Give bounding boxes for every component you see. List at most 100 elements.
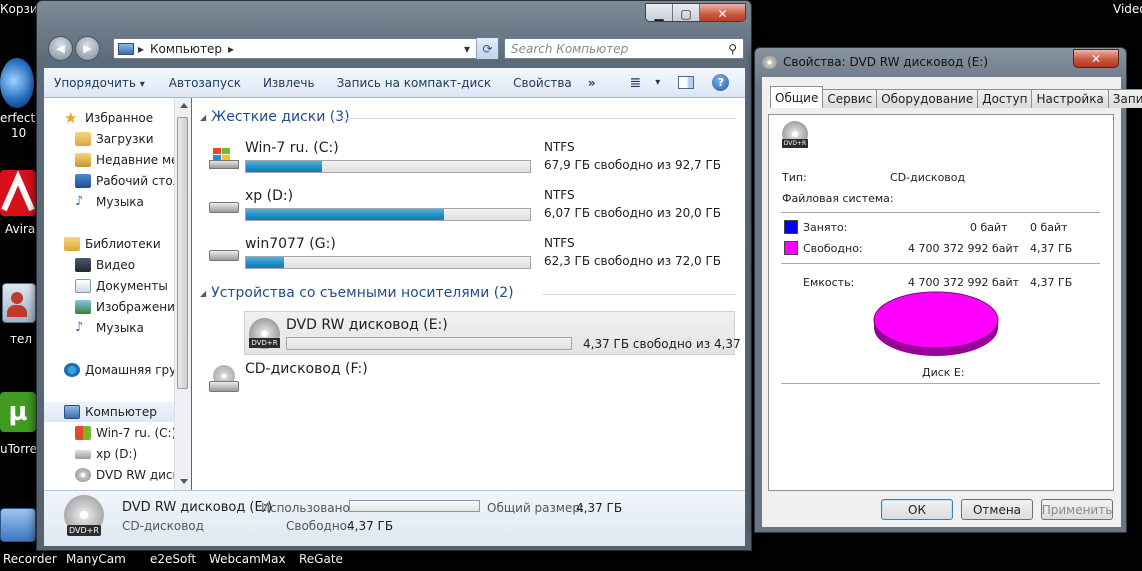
back-arrow-icon: ◀: [56, 42, 65, 55]
desktop-label-regate[interactable]: ReGate: [299, 552, 343, 566]
nav-scrollbar[interactable]: [174, 98, 191, 490]
autoplay-button[interactable]: Автозапуск: [153, 76, 249, 90]
dialog-title: Свойства: DVD RW дисковод (E:): [783, 55, 989, 69]
dialog-close-button[interactable]: ✕: [1073, 49, 1119, 68]
nav-music[interactable]: ♪ Музыка: [75, 192, 144, 212]
desktop-label-video[interactable]: Video: [1113, 2, 1142, 16]
drive-tile-d[interactable]: xp (D:) NTFS 6,07 ГБ свободно из 20,0 ГБ: [207, 188, 742, 232]
nav-video[interactable]: Видео: [75, 255, 135, 275]
drive-tile-f[interactable]: CD-дисковод (F:): [207, 361, 742, 405]
organize-button[interactable]: Упорядочить ▾: [44, 76, 153, 90]
eject-button[interactable]: Извлечь: [249, 76, 323, 90]
group-removable[interactable]: ◢ Устройства со съемными носителями (2): [200, 285, 514, 301]
nav-favorites[interactable]: ★ Избранное: [64, 108, 153, 128]
address-chevron[interactable]: ▸: [228, 42, 234, 56]
nav-drive-d[interactable]: xp (D:): [75, 444, 137, 464]
drive-filesystem: NTFS: [544, 188, 575, 202]
libraries-icon: [64, 237, 80, 251]
burn-button[interactable]: Запись на компакт-диск: [323, 76, 500, 90]
collapse-icon[interactable]: ◢: [200, 113, 206, 122]
drive-filesystem: NTFS: [544, 140, 575, 154]
used-bytes: 0 байт: [970, 221, 1008, 234]
capacity-label: Емкость:: [803, 276, 855, 289]
close-button[interactable]: ✕: [700, 4, 745, 21]
collapse-icon[interactable]: ◢: [200, 289, 206, 298]
group-divider: [542, 294, 736, 295]
group-hard-disks[interactable]: ◢ Жесткие диски (3): [200, 109, 350, 125]
drive-tile-e[interactable]: DVD RW дисковод (E:) 4,37 ГБ свободно из…: [244, 311, 745, 355]
desktop-label-manycam[interactable]: ManyCam: [66, 552, 126, 566]
desktop-label-e2esoft[interactable]: e2eSoft: [150, 552, 196, 566]
cancel-button[interactable]: Отмена: [961, 499, 1033, 520]
minimize-button[interactable]: ▁: [646, 4, 673, 21]
address-bar[interactable]: ▸ Компьютер ▸ ▾ ⟳: [113, 38, 499, 59]
tab-tools[interactable]: Сервис: [822, 89, 878, 108]
desktop-label-webcammax[interactable]: WebcamMax: [209, 552, 286, 566]
contact-icon[interactable]: [2, 283, 36, 323]
tab-recording[interactable]: Запись: [1107, 89, 1142, 108]
avira-icon[interactable]: [0, 170, 36, 216]
search-input[interactable]: Search Компьютер ⚲: [504, 38, 744, 59]
preview-pane-icon[interactable]: [678, 76, 695, 89]
divider: [781, 263, 1100, 264]
drive-name: xp (D:): [245, 188, 294, 204]
drive-tile-c[interactable]: Win-7 ru. (C:) NTFS 67,9 ГБ свободно из …: [207, 140, 742, 184]
maximize-button[interactable]: ▢: [673, 4, 700, 21]
star-icon: ★: [64, 109, 78, 127]
nav-documents[interactable]: Документы: [75, 276, 168, 296]
address-location[interactable]: Компьютер: [150, 42, 222, 56]
tab-customize[interactable]: Настройка: [1031, 89, 1109, 108]
tab-general[interactable]: Общие: [770, 86, 824, 108]
nav-computer[interactable]: Компьютер: [44, 402, 174, 422]
hard-drive-icon: [75, 449, 91, 459]
search-placeholder: Search Компьютер: [511, 41, 629, 56]
ok-button[interactable]: ОК: [881, 499, 953, 520]
help-icon[interactable]: ?: [712, 74, 730, 91]
dvd-badge: DVD+R: [67, 525, 101, 536]
perfectdisk-icon[interactable]: [0, 58, 34, 108]
recent-places-icon: [75, 153, 91, 167]
drive-usage-fill: [246, 161, 323, 172]
drive-free-space: 62,3 ГБ свободно из 72,0 ГБ: [544, 254, 722, 268]
address-dropdown-icon[interactable]: ▾: [464, 42, 470, 56]
tab-hardware[interactable]: Оборудование: [876, 89, 979, 108]
desktop-label-avira[interactable]: Avira: [5, 222, 35, 236]
recorder-icon[interactable]: [0, 508, 36, 542]
search-icon[interactable]: ⚲: [728, 42, 737, 56]
dvd-badge: DVD+R: [782, 139, 808, 148]
scroll-up-arrow-icon[interactable]: [180, 103, 188, 108]
nav-libraries[interactable]: Библиотеки: [64, 234, 161, 254]
tab-sharing[interactable]: Доступ: [977, 89, 1033, 108]
more-commands-button[interactable]: »: [580, 76, 604, 90]
desktop-label-recorder[interactable]: Recorder: [3, 552, 57, 566]
nav-homegroup[interactable]: Домашняя груп: [64, 360, 184, 380]
desktop-label-perfectdisk-2[interactable]: 10: [11, 126, 26, 140]
nav-music-library[interactable]: ♪ Музыка: [75, 318, 144, 338]
refresh-icon[interactable]: ⟳: [476, 38, 498, 59]
drive-tile-g[interactable]: win7077 (G:) NTFS 62,3 ГБ свободно из 72…: [207, 236, 742, 280]
scroll-down-arrow-icon[interactable]: [180, 479, 188, 484]
views-dropdown-icon[interactable]: ▾: [649, 77, 666, 88]
scroll-thumb[interactable]: [177, 117, 188, 389]
views-icon[interactable]: ≣: [622, 75, 650, 91]
details-type: CD-дисковод: [122, 519, 204, 533]
details-free-label: Свободно:: [286, 519, 352, 533]
properties-button[interactable]: Свойства: [499, 76, 580, 90]
nav-desktop[interactable]: Рабочий стол: [75, 171, 180, 191]
details-free-value: 4,37 ГБ: [347, 519, 394, 533]
drive-free-space: 4,37 ГБ свободно из 4,37 ГБ: [583, 337, 745, 351]
filesystem-label: Файловая система:: [782, 192, 894, 205]
apply-button[interactable]: Применить: [1041, 499, 1113, 520]
content-pane: ◢ Жесткие диски (3) Win-7 ru. (C:) NTFS …: [192, 98, 745, 490]
type-value: CD-дисковод: [890, 171, 966, 184]
utorrent-icon[interactable]: µ: [0, 392, 36, 432]
address-root-chevron[interactable]: ▸: [138, 42, 144, 56]
nav-images[interactable]: Изображения: [75, 297, 182, 317]
nav-downloads[interactable]: Загрузки: [75, 129, 154, 149]
drive-usage-bar: [286, 337, 572, 350]
back-button[interactable]: ◀: [48, 36, 73, 61]
desktop-label-contact[interactable]: тел: [10, 332, 32, 346]
dialog-body: Общие Сервис Оборудование Доступ Настрой…: [762, 77, 1142, 527]
forward-button[interactable]: ▶: [75, 36, 100, 61]
nav-drive-c[interactable]: Win-7 ru. (C:): [75, 423, 176, 443]
